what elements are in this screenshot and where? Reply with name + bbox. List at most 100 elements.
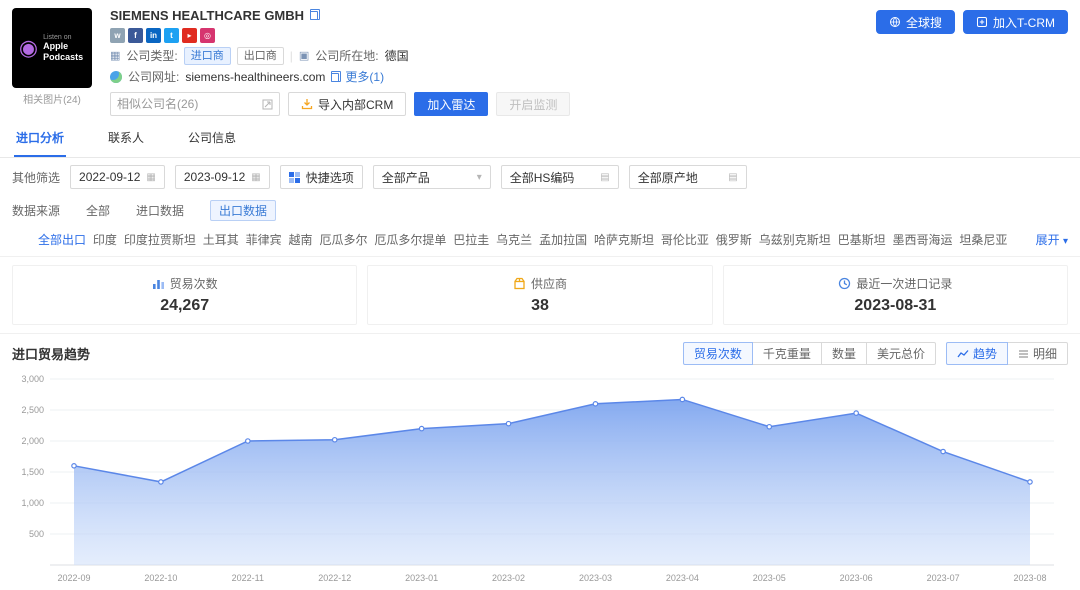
svg-text:2023-07: 2023-07 <box>927 573 960 583</box>
country-filter[interactable]: 菲律宾 <box>246 231 282 248</box>
country-filter[interactable]: 乌兹别克斯坦 <box>759 231 831 248</box>
metric-button[interactable]: 千克重量 <box>752 342 822 365</box>
country-filter[interactable]: 巴基斯坦 <box>838 231 886 248</box>
expand-link[interactable]: 展开 ▾ <box>1036 231 1068 248</box>
trend-title: 进口贸易趋势 <box>12 344 90 363</box>
location-value: 德国 <box>385 47 409 65</box>
facebook-icon[interactable]: f <box>128 28 143 43</box>
country-filter[interactable]: 孟加拉国 <box>539 231 587 248</box>
datasource-import[interactable]: 进口数据 <box>136 202 184 219</box>
trend-header: 进口贸易趋势 贸易次数千克重量数量美元总价 趋势 明细 <box>0 333 1080 369</box>
tab-contacts[interactable]: 联系人 <box>106 120 146 157</box>
similar-company-field[interactable] <box>117 97 258 111</box>
tab-company-info[interactable]: 公司信息 <box>186 120 238 157</box>
copy-icon[interactable] <box>310 11 318 20</box>
svg-text:1,000: 1,000 <box>21 498 44 508</box>
global-search-button[interactable]: 全球搜 <box>876 10 955 34</box>
view-detail-button[interactable]: 明细 <box>1007 342 1068 365</box>
quick-options-button[interactable]: 快捷选项 <box>280 165 363 189</box>
quick-options-icon <box>289 172 300 183</box>
view-trend-button[interactable]: 趋势 <box>946 342 1008 365</box>
import-icon <box>301 98 313 110</box>
country-filter[interactable]: 坦桑尼亚 <box>959 231 1007 248</box>
tab-import-analysis[interactable]: 进口分析 <box>14 120 66 157</box>
youtube-icon[interactable]: ▸ <box>182 28 197 43</box>
chevron-down-icon: ▾ <box>1063 236 1068 247</box>
tcrm-icon <box>976 16 988 28</box>
country-filter[interactable]: 哈萨克斯坦 <box>594 231 654 248</box>
stat-label: 贸易次数 <box>170 275 218 292</box>
country-filter[interactable]: 墨西哥海运 <box>893 231 953 248</box>
trend-chart[interactable]: 5001,0001,5002,0002,5003,0002022-092022-… <box>12 369 1068 587</box>
metric-button[interactable]: 数量 <box>821 342 867 365</box>
more-link[interactable]: 更多(1) <box>345 68 384 86</box>
datasource-all[interactable]: 全部 <box>86 202 110 219</box>
bar-chart-icon <box>152 277 165 290</box>
website-label: 公司网址: <box>128 68 179 86</box>
country-filter[interactable]: 厄瓜多尔提单 <box>374 231 446 248</box>
logo-caption[interactable]: 相关图片(24) <box>12 91 92 106</box>
datasource-label: 数据来源 <box>12 202 60 219</box>
view-toggle-group: 趋势 明细 <box>946 342 1068 365</box>
country-filter[interactable]: 哥伦比亚 <box>661 231 709 248</box>
product-select[interactable]: 全部产品 ▾ <box>373 165 491 189</box>
country-filter[interactable]: 全部出口 <box>38 231 86 248</box>
filter-bar: 其他筛选 2022-09-12 ▦ 2023-09-12 ▦ 快捷选项 全部产品… <box>0 158 1080 196</box>
linkedin-icon[interactable]: in <box>146 28 161 43</box>
stats-row: 贸易次数 24,267 供应商 38 最近一次进口记录 2023-08-31 <box>0 257 1080 333</box>
svg-text:2023-01: 2023-01 <box>405 573 438 583</box>
hs-code-select[interactable]: 全部HS编码 ▤ <box>501 165 619 189</box>
company-type-label: 公司类型: <box>126 47 177 65</box>
country-filter[interactable]: 乌克兰 <box>496 231 532 248</box>
instagram-icon[interactable]: ◎ <box>200 28 215 43</box>
main-tabbar: 进口分析 联系人 公司信息 <box>0 120 1080 158</box>
website-icon[interactable]: w <box>110 28 125 43</box>
import-crm-button[interactable]: 导入内部CRM <box>288 92 406 116</box>
copy-icon[interactable] <box>331 73 339 82</box>
exporter-tag[interactable]: 出口商 <box>237 47 284 65</box>
supplier-icon <box>513 277 526 290</box>
country-filter[interactable]: 印度拉贾斯坦 <box>124 231 196 248</box>
svg-text:2022-10: 2022-10 <box>144 573 177 583</box>
stat-label: 供应商 <box>531 275 567 292</box>
location-icon: ▣ <box>299 47 309 65</box>
country-filter[interactable]: 印度 <box>93 231 117 248</box>
svg-text:2023-05: 2023-05 <box>753 573 786 583</box>
svg-text:1,500: 1,500 <box>21 467 44 477</box>
similar-company-input[interactable] <box>110 92 280 116</box>
country-filter[interactable]: 越南 <box>289 231 313 248</box>
start-monitor-button[interactable]: 开启监测 <box>496 92 570 116</box>
globe-icon <box>110 71 122 83</box>
origin-select[interactable]: 全部原产地 ▤ <box>629 165 747 189</box>
metric-toggle-group: 贸易次数千克重量数量美元总价 <box>683 342 936 365</box>
importer-tag[interactable]: 进口商 <box>184 47 231 65</box>
country-filter[interactable]: 土耳其 <box>203 231 239 248</box>
country-filter-bar: 全部出口印度印度拉贾斯坦土耳其菲律宾越南厄瓜多尔厄瓜多尔提单巴拉圭乌克兰孟加拉国… <box>0 225 1080 257</box>
join-tcrm-button[interactable]: 加入T-CRM <box>963 10 1068 34</box>
join-radar-button[interactable]: 加入雷达 <box>414 92 488 116</box>
podcast-icon: ◉ <box>19 37 38 59</box>
company-logo: ◉ Listen on Apple Podcasts <box>12 8 92 88</box>
datasource-export[interactable]: 出口数据 <box>210 200 276 221</box>
country-filter[interactable]: 俄罗斯 <box>716 231 752 248</box>
company-name: SIEMENS HEALTHCARE GMBH <box>110 8 304 23</box>
calendar-icon: ▦ <box>251 172 260 183</box>
building-icon: ▦ <box>110 47 120 65</box>
stat-card-last-import: 最近一次进口记录 2023-08-31 <box>723 265 1068 325</box>
list-select-icon: ▤ <box>600 172 609 183</box>
chevron-down-icon: ▾ <box>477 172 482 183</box>
trend-line-icon <box>957 349 969 359</box>
stat-card-suppliers: 供应商 38 <box>367 265 712 325</box>
end-date-picker[interactable]: 2023-09-12 ▦ <box>175 165 270 189</box>
country-filter[interactable]: 厄瓜多尔 <box>319 231 367 248</box>
datasource-bar: 数据来源 全部 进口数据 出口数据 <box>0 196 1080 225</box>
metric-button[interactable]: 贸易次数 <box>683 342 753 365</box>
metric-button[interactable]: 美元总价 <box>866 342 936 365</box>
twitter-icon[interactable]: t <box>164 28 179 43</box>
website-value[interactable]: siemens-healthineers.com <box>185 68 325 86</box>
clock-icon <box>838 277 851 290</box>
start-date-picker[interactable]: 2022-09-12 ▦ <box>70 165 165 189</box>
globe-search-icon <box>889 16 901 28</box>
expand-input-icon[interactable] <box>262 99 273 110</box>
country-filter[interactable]: 巴拉圭 <box>453 231 489 248</box>
